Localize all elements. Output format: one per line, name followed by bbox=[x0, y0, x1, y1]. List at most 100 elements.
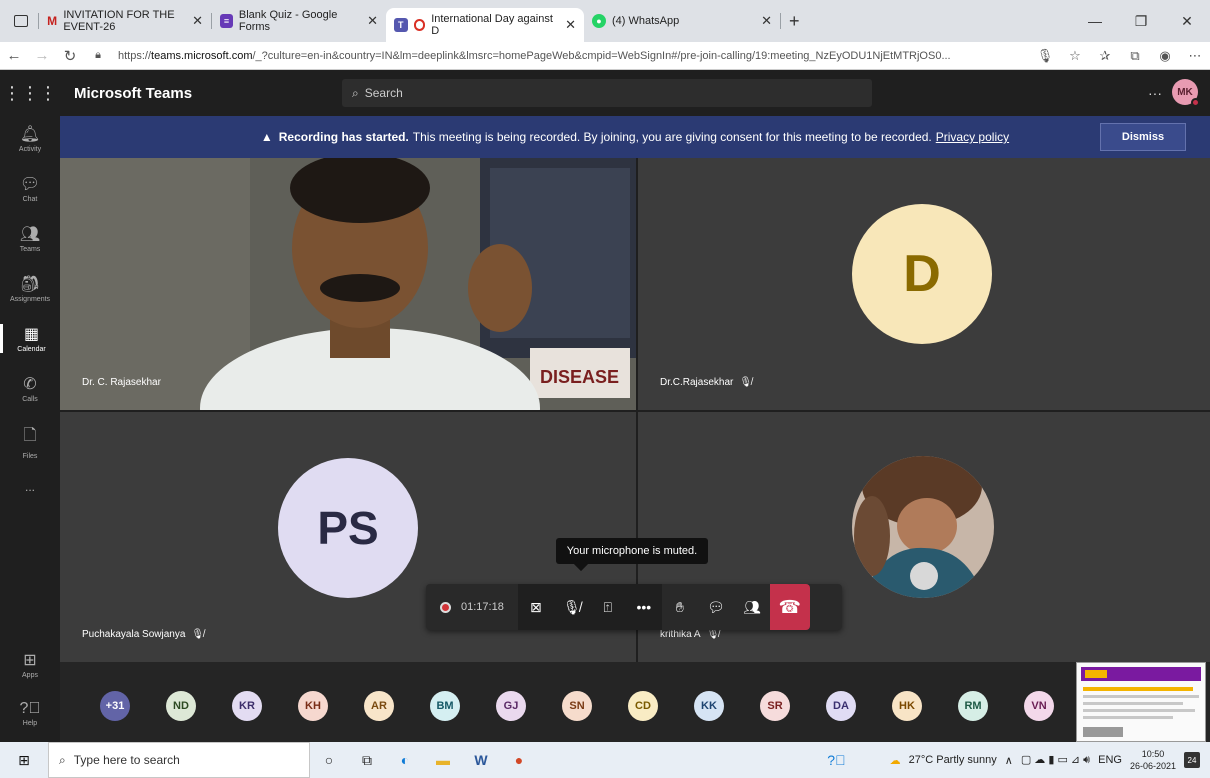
mic-toggle-button[interactable]: 🎙︎̸ bbox=[554, 584, 590, 630]
banner-text: This meeting is being recorded. By joini… bbox=[412, 130, 932, 144]
tab-gmail[interactable]: M INVITATION FOR THE EVENT-26 ✕ bbox=[39, 6, 211, 36]
shared-content-thumbnail[interactable] bbox=[1076, 662, 1206, 742]
rail-item-calendar[interactable]: ▦ Calendar bbox=[0, 324, 60, 353]
restore-icon[interactable]: ❐ bbox=[1118, 13, 1164, 30]
camera-off-button[interactable]: ⊠ bbox=[518, 584, 554, 630]
more-actions-button[interactable]: ••• bbox=[626, 584, 662, 630]
participant-chip[interactable]: KK bbox=[694, 691, 724, 721]
recording-indicator-icon bbox=[413, 19, 426, 31]
microphone-permission-icon[interactable]: 🎙︎ bbox=[1030, 48, 1060, 64]
recording-icon bbox=[440, 601, 451, 613]
close-tab-icon[interactable]: ✕ bbox=[761, 13, 772, 29]
rail-item-apps[interactable]: ⊞ Apps bbox=[0, 650, 60, 679]
add-favorite-icon[interactable]: ☆ bbox=[1060, 48, 1090, 64]
profile-icon[interactable]: ◉ bbox=[1150, 48, 1180, 64]
participant-chip[interactable]: CD bbox=[628, 691, 658, 721]
language-indicator[interactable]: ENG bbox=[1098, 754, 1122, 766]
participant-chip[interactable]: KH bbox=[298, 691, 328, 721]
word-icon[interactable]: W bbox=[462, 742, 500, 778]
favorites-icon[interactable]: ✰ bbox=[1090, 48, 1120, 64]
participant-chip[interactable]: HK bbox=[892, 691, 922, 721]
rail-item-activity[interactable]: 🔔︎ Activity bbox=[0, 124, 60, 153]
user-avatar[interactable]: MK bbox=[1172, 79, 1200, 107]
task-view-icon[interactable]: ⧉ bbox=[348, 742, 386, 778]
participant-profile-photo bbox=[852, 456, 994, 598]
close-tab-icon[interactable]: ✕ bbox=[565, 17, 576, 33]
warning-icon: ▲ bbox=[260, 130, 273, 144]
dismiss-button[interactable]: Dismiss bbox=[1100, 123, 1186, 151]
show-participants-button[interactable]: 👥︎ bbox=[734, 584, 770, 630]
taskbar-search-box[interactable]: ⌕ Type here to search bbox=[48, 742, 310, 778]
participant-chip[interactable]: BM bbox=[430, 691, 460, 721]
url-field[interactable]: https://teams.microsoft.com/_?culture=en… bbox=[118, 50, 1030, 62]
presence-busy-icon bbox=[1191, 98, 1200, 107]
tab-teams-meeting[interactable]: T International Day against D ✕ bbox=[386, 8, 584, 42]
mic-muted-icon: 🎙︎̸ bbox=[562, 598, 581, 615]
back-icon[interactable]: ← bbox=[0, 47, 28, 64]
minimize-icon[interactable]: — bbox=[1072, 13, 1118, 29]
participant-video-feed: DISEASE bbox=[60, 158, 636, 410]
participant-chip[interactable]: +31 bbox=[100, 691, 130, 721]
cortana-icon[interactable]: ○ bbox=[310, 742, 348, 778]
collections-icon[interactable]: ⧉ bbox=[1120, 48, 1150, 64]
participant-tile-video[interactable]: DISEASE Dr. C. Rajasekhar bbox=[60, 158, 636, 410]
forward-icon[interactable]: → bbox=[28, 47, 56, 64]
close-tab-icon[interactable]: ✕ bbox=[192, 13, 203, 29]
privacy-policy-link[interactable]: Privacy policy bbox=[936, 130, 1009, 144]
rail-item-calls[interactable]: ✆ Calls bbox=[0, 374, 60, 403]
tab-google-forms[interactable]: ≡ Blank Quiz - Google Forms ✕ bbox=[212, 6, 386, 36]
rail-item-chat[interactable]: 💬︎ Chat bbox=[0, 174, 60, 203]
share-screen-button[interactable]: ⍐ bbox=[590, 584, 626, 630]
participant-chip[interactable]: DA bbox=[826, 691, 856, 721]
participant-chip[interactable]: GJ bbox=[496, 691, 526, 721]
window-menu-icon[interactable] bbox=[14, 15, 28, 27]
participant-tile-avatar[interactable]: D Dr.C.Rajasekhar 🎙︎̸ bbox=[638, 158, 1210, 410]
weather-text[interactable]: 27°C Partly sunny bbox=[909, 754, 997, 766]
browser-tab-strip: M INVITATION FOR THE EVENT-26 ✕ ≡ Blank … bbox=[0, 0, 1210, 42]
rail-item-files[interactable]: 🗋 Files bbox=[0, 424, 60, 460]
file-explorer-icon[interactable]: ▬ bbox=[424, 742, 462, 778]
participant-chip[interactable]: SR bbox=[760, 691, 790, 721]
participant-chip[interactable]: ND bbox=[166, 691, 196, 721]
raise-hand-button[interactable]: ✋︎ bbox=[662, 584, 698, 630]
rail-item-help[interactable]: ?⃝ Help bbox=[0, 700, 60, 727]
participant-chip[interactable]: VN bbox=[1024, 691, 1054, 721]
participant-chip[interactable]: AR bbox=[364, 691, 394, 721]
help-circle-icon[interactable]: ?⃝ bbox=[827, 752, 845, 768]
search-box[interactable]: ⌕ Search bbox=[342, 79, 872, 107]
tab-whatsapp[interactable]: ● (4) WhatsApp ✕ bbox=[584, 6, 780, 36]
more-options-icon[interactable]: ··· bbox=[1148, 85, 1162, 101]
clock[interactable]: 10:50 26-06-2021 bbox=[1130, 748, 1176, 772]
participant-chip[interactable]: KR bbox=[232, 691, 262, 721]
participant-chip[interactable]: SN bbox=[562, 691, 592, 721]
phone-icon: ✆ bbox=[23, 376, 37, 393]
notification-center-icon[interactable]: 24 bbox=[1184, 752, 1200, 768]
search-icon: ⌕ bbox=[59, 752, 66, 767]
powerpoint-icon[interactable]: ● bbox=[500, 742, 538, 778]
rail-item-teams[interactable]: 👥︎ Teams bbox=[0, 224, 60, 253]
lock-icon[interactable]: 🔒︎ bbox=[84, 49, 112, 62]
rail-item-more[interactable]: ... bbox=[0, 480, 60, 494]
settings-more-icon[interactable]: ⋯ bbox=[1180, 48, 1210, 64]
tray-icons[interactable]: ▢ ☁︎ ▮ ▭ ⊿ 🔊︎ bbox=[1021, 753, 1090, 767]
show-hidden-icons-icon[interactable]: ∧ bbox=[1005, 754, 1013, 767]
close-window-icon[interactable]: ✕ bbox=[1164, 13, 1210, 30]
windows-start-icon[interactable]: ⊞ bbox=[0, 752, 48, 769]
participant-name-label: Dr. C. Rajasekhar bbox=[82, 377, 161, 388]
close-tab-icon[interactable]: ✕ bbox=[367, 13, 378, 29]
edge-browser-icon[interactable]: ◐ bbox=[386, 742, 424, 778]
participant-name-label: Puchakayala Sowjanya 🎙︎̸ bbox=[82, 629, 205, 640]
rail-item-assignments[interactable]: 🎒︎ Assignments bbox=[0, 274, 60, 303]
app-launcher-icon[interactable]: ⋮⋮⋮ bbox=[0, 83, 60, 104]
app-title: Microsoft Teams bbox=[74, 84, 193, 102]
reload-icon[interactable]: ↻ bbox=[56, 47, 84, 65]
window-controls: — ❐ ✕ bbox=[1072, 0, 1210, 42]
bell-icon: 🔔︎ bbox=[19, 126, 41, 143]
call-controls-bar: 01:17:18 ⊠ 🎙︎̸ ⍐ ••• ✋︎ 💬︎ 👥︎ ☎︎ bbox=[426, 584, 842, 630]
participant-chip[interactable]: RM bbox=[958, 691, 988, 721]
show-chat-button[interactable]: 💬︎ bbox=[698, 584, 734, 630]
tab-title: (4) WhatsApp bbox=[612, 15, 680, 27]
hang-up-button[interactable]: ☎︎ bbox=[769, 584, 810, 630]
timer-text: 01:17:18 bbox=[461, 601, 504, 613]
new-tab-button[interactable]: + bbox=[789, 11, 800, 32]
